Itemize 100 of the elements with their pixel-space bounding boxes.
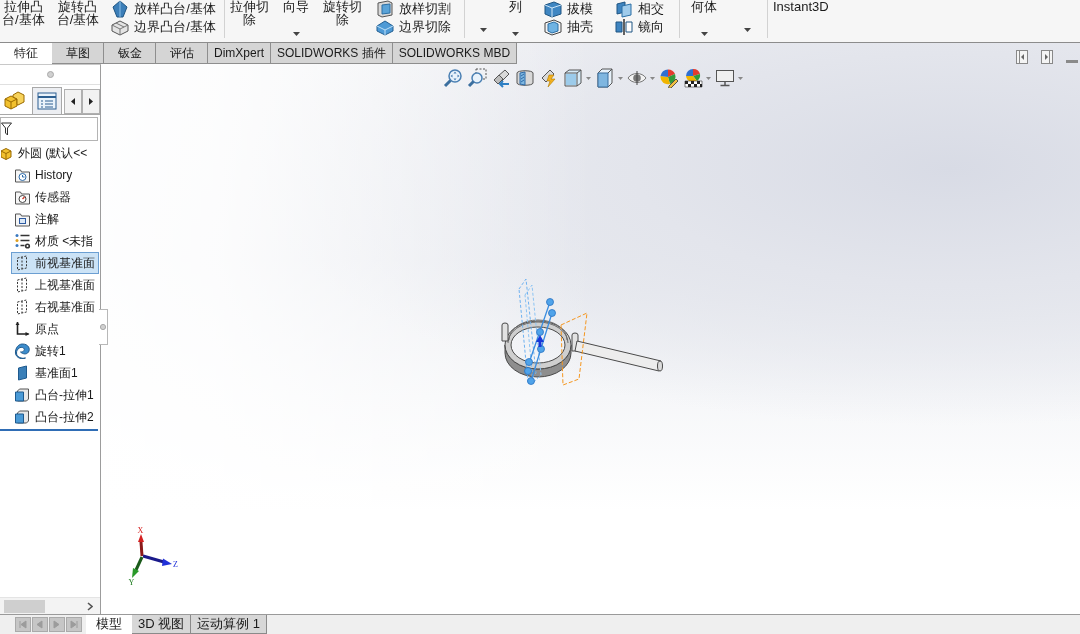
ribbon-button[interactable]: 向导	[281, 0, 311, 38]
tab[interactable]: 3D 视图	[132, 615, 192, 634]
sketch-point	[536, 328, 544, 336]
tree-item[interactable]: 右视基准面	[11, 296, 99, 318]
previous-icon	[35, 620, 45, 629]
sketch-point	[527, 377, 535, 385]
scroll-left-button[interactable]	[64, 89, 82, 114]
tab[interactable]: 钣金	[104, 43, 156, 64]
caret-icon[interactable]	[586, 76, 591, 80]
zoom-area-icon[interactable]	[467, 68, 487, 88]
ribbon-button[interactable]: 边界凸台/基体	[109, 18, 218, 36]
ribbon-button[interactable]: 列	[507, 0, 524, 38]
tree-item[interactable]: 传感器	[11, 186, 99, 208]
caret-icon[interactable]	[738, 76, 743, 80]
revolve-icon	[14, 343, 31, 359]
panel-collapse-handle[interactable]	[99, 309, 108, 345]
list-gear-icon	[14, 233, 31, 249]
ribbon-button[interactable]: 放样凸台/基体	[109, 0, 218, 18]
tab[interactable]: DimXpert	[208, 43, 271, 64]
framed-block-icon	[376, 0, 394, 18]
previous-view-icon[interactable]	[491, 68, 511, 88]
shaded-cube-icon[interactable]	[595, 68, 615, 88]
axis-label: Y	[128, 577, 135, 587]
ribbon-button[interactable]: 抽壳	[542, 18, 595, 36]
cubes-icon	[1, 145, 14, 161]
panel-left-icon[interactable]	[1016, 49, 1028, 64]
tree-item[interactable]: 凸台-拉伸1	[11, 384, 99, 406]
sketch-point	[546, 298, 554, 306]
ribbon-button[interactable]: 相交	[613, 0, 666, 18]
color-ball-checker-icon[interactable]	[683, 68, 703, 88]
color-ball-pencil-icon[interactable]	[659, 68, 679, 88]
z-axis-arrow	[142, 554, 172, 566]
hollow-box-icon	[544, 18, 562, 36]
tree-item[interactable]: 上视基准面	[11, 274, 99, 296]
direction-arrow-icon	[536, 335, 544, 347]
block-icon	[111, 18, 130, 36]
ribbon-button[interactable]: 放样切割	[374, 0, 453, 18]
folder-gauge-icon	[14, 189, 31, 205]
tree-item[interactable]: 外圆 (默认<<	[0, 142, 99, 164]
tree-item[interactable]: 注解	[11, 208, 99, 230]
axis-label: Z	[173, 560, 178, 569]
ribbon-button[interactable]: 旋转凸 台/基体	[54, 0, 102, 38]
grip-dot-icon[interactable]	[46, 71, 54, 78]
sketch-point	[548, 309, 556, 317]
lightning-view-icon[interactable]	[539, 68, 559, 88]
tab[interactable]: 运动算例 1	[191, 615, 268, 634]
cube-icon	[544, 0, 562, 18]
next-icon	[52, 620, 62, 629]
x-axis-arrow	[138, 534, 144, 557]
tab[interactable]: 草图	[52, 43, 104, 64]
caret-icon[interactable]	[706, 76, 711, 80]
ribbon-button[interactable]: 旋转切 除	[321, 0, 364, 38]
list-icon	[37, 92, 57, 110]
view-cube-icon[interactable]	[563, 68, 583, 88]
tree-item[interactable]: 原点	[11, 318, 99, 340]
ribbon-button[interactable]: Instant3D	[771, 0, 831, 38]
axis-label: X	[137, 525, 144, 535]
panel-right-icon[interactable]	[1041, 49, 1053, 64]
pentagon-shape-icon	[111, 0, 130, 18]
caret-icon[interactable]	[650, 76, 655, 80]
tree-item[interactable]: History	[11, 164, 99, 186]
cubes-icon	[4, 91, 26, 111]
scroll-right-button[interactable]	[82, 89, 100, 114]
cube-icon	[14, 409, 31, 425]
block-icon	[376, 18, 394, 36]
tab[interactable]: SOLIDWORKS 插件	[271, 43, 393, 64]
ribbon-button[interactable]: 拔模	[542, 0, 595, 18]
folder-clock-icon	[14, 167, 31, 183]
zoom-to-fit-icon[interactable]	[443, 68, 463, 88]
tab[interactable]: SOLIDWORKS MBD	[392, 43, 518, 64]
y-axis-arrow	[132, 556, 144, 578]
tree-item[interactable]: 基准面1	[11, 362, 99, 384]
folder-icon	[14, 211, 31, 227]
tab[interactable]: 模型	[86, 615, 132, 634]
origin-icon	[14, 321, 31, 337]
ribbon-button[interactable]: 何体	[689, 0, 719, 38]
tree-item[interactable]: 凸台-拉伸2	[11, 406, 99, 428]
tab[interactable]: 评估	[156, 43, 208, 64]
horizontal-scrollbar[interactable]	[0, 597, 100, 614]
ribbon-button[interactable]: 边界切除	[374, 18, 453, 36]
tree-item[interactable]: 前视基准面	[11, 252, 99, 274]
ribbon-button[interactable]: 拉伸凸 台/基体	[0, 0, 47, 38]
eye-icon[interactable]	[627, 68, 647, 88]
ribbon-button[interactable]: 拉伸切 除	[228, 0, 271, 38]
triangle-left-icon	[71, 98, 75, 105]
caret-icon	[479, 28, 487, 32]
triangle-right-icon	[89, 98, 93, 105]
tree-item[interactable]: 材质 <未指	[11, 230, 99, 252]
caret-icon[interactable]	[618, 76, 623, 80]
cube-icon	[14, 387, 31, 403]
panel-tab[interactable]	[32, 87, 62, 114]
chevron-right-icon	[87, 601, 93, 611]
filter-field[interactable]	[0, 117, 98, 141]
section-view-icon[interactable]	[515, 68, 535, 88]
ribbon-button[interactable]: 镜向	[613, 18, 666, 36]
tree-item[interactable]: 旋转1	[11, 340, 99, 362]
caret-icon	[743, 28, 751, 32]
scrollbar-thumb[interactable]	[4, 599, 45, 613]
monitor-icon[interactable]	[715, 68, 735, 88]
overlapping-shapes-icon	[615, 0, 633, 18]
